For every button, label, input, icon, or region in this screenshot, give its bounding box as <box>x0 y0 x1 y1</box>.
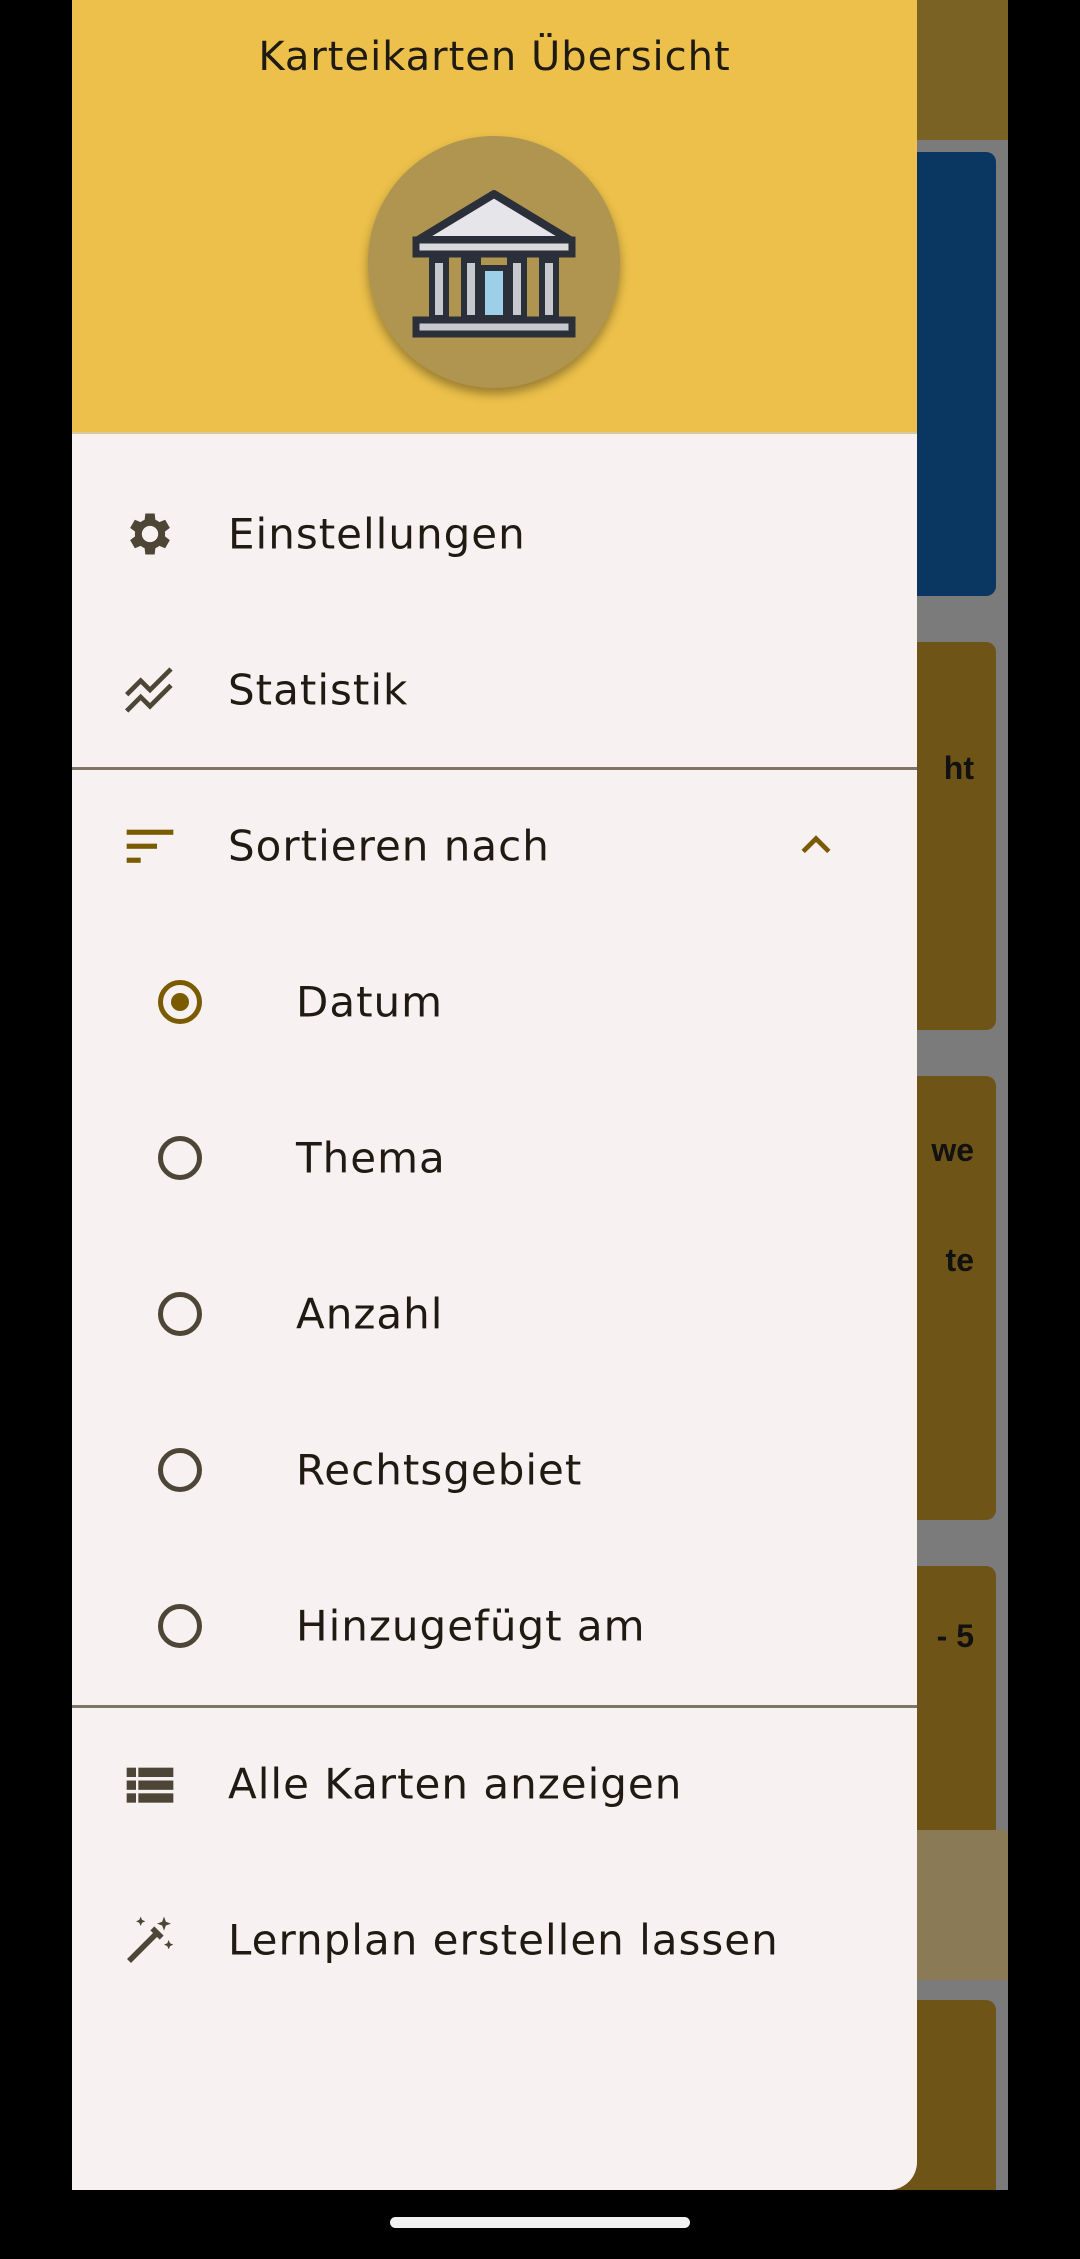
statistics-label: Statistik <box>228 665 409 715</box>
screen-edge <box>1008 0 1080 2259</box>
background-card-text: ht <box>943 750 974 786</box>
radio-button[interactable] <box>158 1292 202 1336</box>
gesture-navigation-handle[interactable] <box>390 2217 690 2228</box>
create-study-plan-item[interactable]: Lernplan erstellen lassen <box>72 1862 917 2018</box>
sort-option-label: Datum <box>296 977 444 1027</box>
courthouse-icon <box>412 190 576 338</box>
radio-button-selected[interactable] <box>158 980 202 1024</box>
navigation-drawer: Karteikarten Übersicht Einstellungen Sta… <box>72 0 917 2190</box>
sort-option-rechtsgebiet[interactable]: Rechtsgebiet <box>72 1392 917 1548</box>
sort-option-hinzugefuegt-am[interactable]: Hinzugefügt am <box>72 1548 917 1704</box>
chevron-up-icon[interactable] <box>794 824 838 868</box>
drawer-title: Karteikarten Übersicht <box>258 34 731 80</box>
sort-option-label: Hinzugefügt am <box>296 1601 646 1651</box>
settings-item[interactable]: Einstellungen <box>72 456 917 612</box>
gear-icon <box>130 513 170 555</box>
sort-icon <box>126 829 174 863</box>
radio-button[interactable] <box>158 1604 202 1648</box>
list-icon <box>126 1767 174 1803</box>
sort-option-label: Anzahl <box>296 1289 444 1339</box>
sort-option-anzahl[interactable]: Anzahl <box>72 1236 917 1392</box>
show-all-cards-label: Alle Karten anzeigen <box>228 1759 683 1809</box>
sort-option-label: Rechtsgebiet <box>296 1445 583 1495</box>
sort-option-datum[interactable]: Datum <box>72 924 917 1080</box>
drawer-header: Karteikarten Übersicht <box>72 0 917 434</box>
sort-label: Sortieren nach <box>228 821 550 871</box>
settings-label: Einstellungen <box>228 509 526 559</box>
radio-button[interactable] <box>158 1136 202 1180</box>
show-all-cards-item[interactable]: Alle Karten anzeigen <box>72 1706 917 1862</box>
magic-wand-icon <box>127 1916 174 1963</box>
radio-button[interactable] <box>158 1448 202 1492</box>
statistics-item[interactable]: Statistik <box>72 612 917 768</box>
sort-option-label: Thema <box>296 1133 446 1183</box>
sort-option-thema[interactable]: Thema <box>72 1080 917 1236</box>
trending-chart-icon <box>125 667 173 713</box>
background-card-text: - 5 <box>936 1618 974 1654</box>
create-study-plan-label: Lernplan erstellen lassen <box>228 1915 779 1965</box>
app-avatar <box>368 136 620 388</box>
background-card-text: te <box>945 1242 974 1278</box>
background-card-text: we <box>931 1132 974 1168</box>
sort-expander[interactable]: Sortieren nach <box>72 768 917 924</box>
